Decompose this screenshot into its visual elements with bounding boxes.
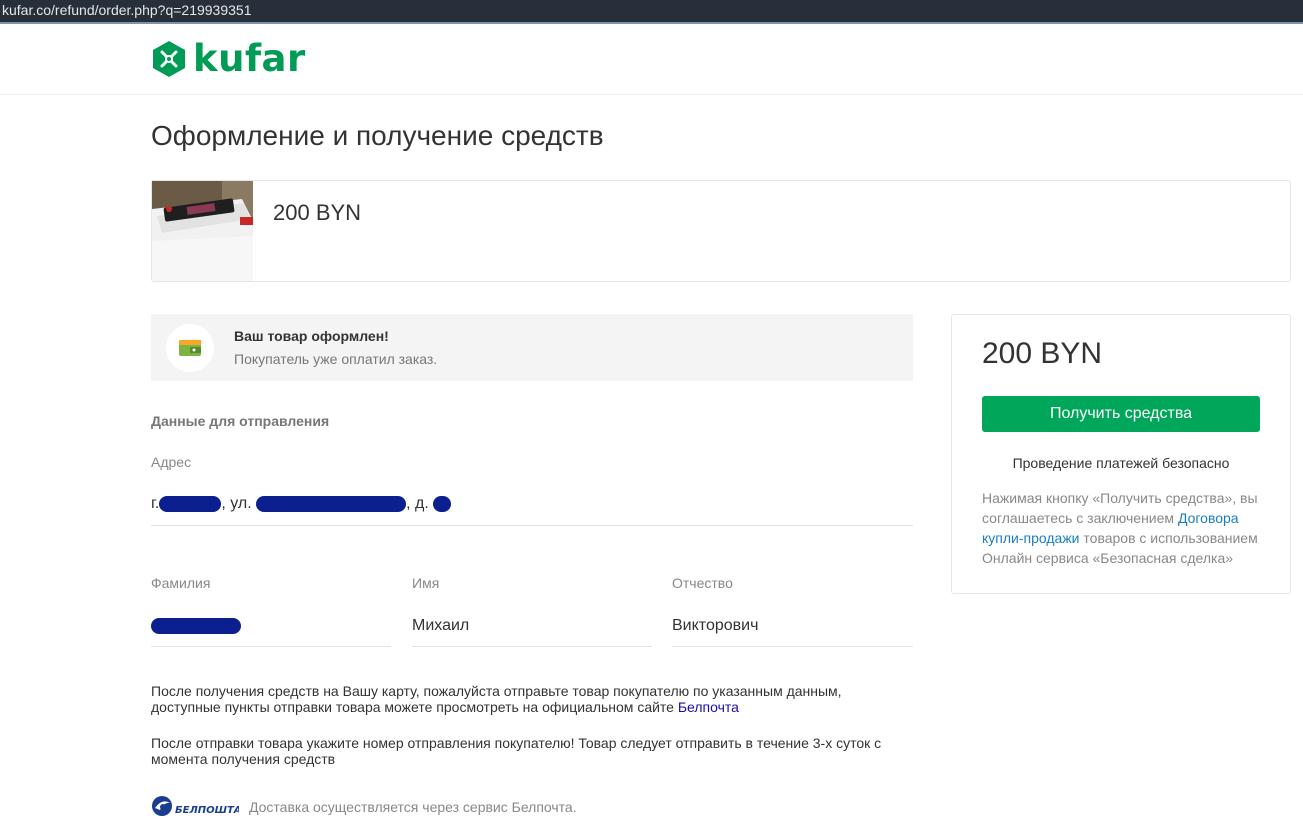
kufar-logo-icon: [153, 41, 185, 77]
lastname-label: Фамилия: [151, 575, 211, 591]
order-status-notice: Ваш товар оформлен! Покупатель уже оплат…: [151, 314, 913, 381]
product-image[interactable]: [152, 181, 253, 281]
secure-payment-text: Проведение платежей безопасно: [1012, 455, 1230, 471]
address-house-prefix: , д.: [406, 495, 429, 512]
delivery-footer: БЕЛПОШТА Доставка осуществляется через с…: [151, 794, 577, 820]
site-header: kufar: [0, 24, 1303, 95]
payout-panel: 200 BYN Получить средства Проведение пла…: [951, 314, 1291, 594]
payout-amount: 200 BYN: [982, 337, 1103, 370]
address-field[interactable]: г. , ул. , д.: [151, 495, 452, 513]
patronymic-underline: [672, 646, 913, 647]
redacted-house: [433, 495, 452, 512]
patronymic-label: Отчество: [672, 575, 733, 591]
shipping-section-title: Данные для отправления: [151, 413, 330, 429]
redacted-lastname: [151, 617, 241, 634]
lastname-underline: [151, 646, 391, 647]
get-funds-button[interactable]: Получить средства: [982, 396, 1260, 432]
kufar-logo-text: kufar: [193, 37, 306, 80]
firstname-field[interactable]: Михаил: [412, 617, 469, 635]
address-city-prefix: г.: [151, 495, 160, 512]
kufar-logo[interactable]: kufar: [151, 40, 306, 78]
redacted-city: [159, 495, 222, 512]
browser-url-bar[interactable]: kufar.co/refund/order.php?q=219939351: [0, 0, 1303, 22]
lastname-field[interactable]: [151, 617, 241, 635]
belpochta-logo-icon: БЕЛПОШТА: [152, 796, 239, 816]
shipping-instructions: После получения средств на Вашу карту, п…: [151, 683, 911, 715]
wallet-icon: [166, 324, 214, 372]
tracking-instructions: После отправки товара укажите номер отпр…: [151, 735, 882, 767]
address-label: Адрес: [151, 454, 192, 470]
address-street-prefix: , ул.: [221, 495, 252, 512]
delivery-footer-text: Доставка осуществляется через сервис Бел…: [249, 799, 577, 815]
firstname-label: Имя: [412, 575, 440, 591]
patronymic-field[interactable]: Викторович: [672, 617, 758, 635]
product-card: 200 BYN: [151, 180, 1291, 282]
address-underline: [151, 525, 913, 526]
belpochta-link[interactable]: Белпочта: [678, 699, 739, 715]
page-title: Оформление и получение средств: [151, 120, 604, 151]
product-price: 200 BYN: [273, 200, 362, 225]
belpochta-logo-text: БЕЛПОШТА: [175, 805, 239, 816]
notice-title: Ваш товар оформлен!: [234, 328, 389, 344]
firstname-underline: [412, 646, 652, 647]
agreement-text: Нажимая кнопку «Получить средства», вы с…: [982, 488, 1272, 568]
notice-subtitle: Покупатель уже оплатил заказ.: [234, 351, 438, 367]
url-text[interactable]: kufar.co/refund/order.php?q=219939351: [0, 2, 251, 18]
redacted-street: [256, 495, 407, 512]
